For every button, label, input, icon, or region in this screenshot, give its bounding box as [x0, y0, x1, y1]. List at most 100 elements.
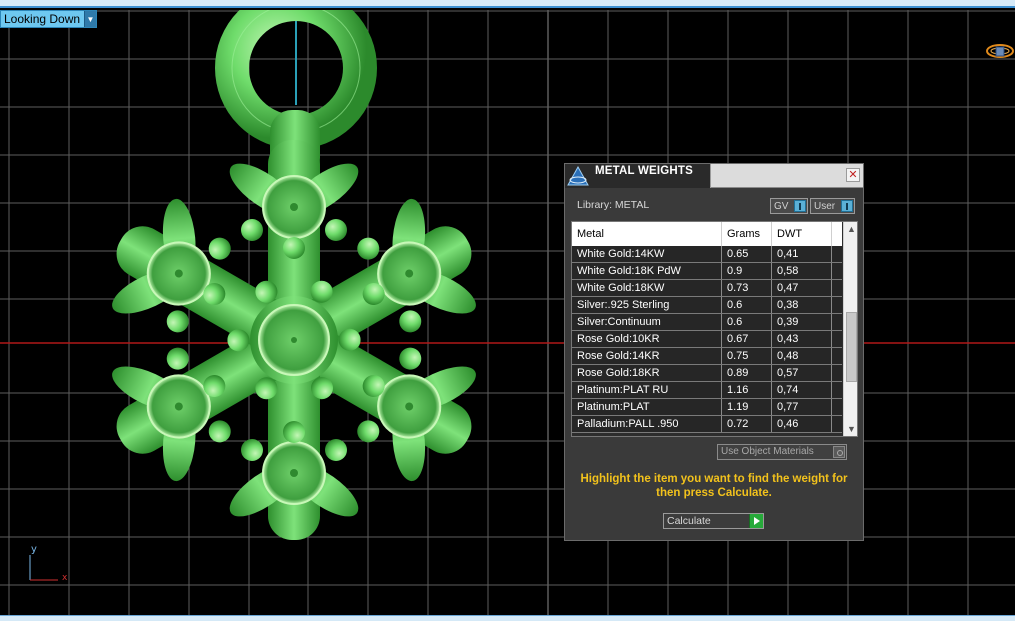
empty-cell: [832, 314, 842, 330]
empty-cell: [832, 348, 842, 364]
table-row[interactable]: Silver:.925 Sterling 0.6 0,38: [572, 297, 842, 314]
bead: [357, 420, 380, 443]
chevron-down-icon[interactable]: ▼: [84, 11, 96, 27]
bead: [208, 420, 231, 443]
matrix-app-icon: [567, 166, 589, 186]
table-row[interactable]: Platinum:PLAT RU 1.16 0,74: [572, 382, 842, 399]
grams-cell: 0.6: [722, 297, 772, 313]
use-object-materials-label: Use Object Materials: [721, 446, 814, 457]
empty-cell: [832, 263, 842, 279]
grams-cell: 0.75: [722, 348, 772, 364]
view-navigation-icon[interactable]: [984, 40, 1014, 62]
table-row[interactable]: Rose Gold:18KR 0.89 0,57: [572, 365, 842, 382]
dwt-cell: 0,39: [772, 314, 832, 330]
bead: [241, 439, 263, 461]
table-row[interactable]: White Gold:18KW 0.73 0,47: [572, 280, 842, 297]
table-row[interactable]: Rose Gold:10KR 0.67 0,43: [572, 331, 842, 348]
table-header: Metal Grams DWT: [572, 222, 842, 246]
scrollbar-thumb[interactable]: [846, 312, 857, 382]
axis-y-label: y: [31, 544, 37, 555]
library-label: Library: METAL: [577, 199, 650, 211]
grams-cell: 1.19: [722, 399, 772, 415]
dwt-cell: 0,57: [772, 365, 832, 381]
panel-titlebar[interactable]: METAL WEIGHTS ✕: [565, 164, 863, 188]
user-toggle-label: User: [814, 200, 836, 212]
center-setting-dot: [291, 337, 297, 343]
dwt-cell: 0,41: [772, 246, 832, 262]
close-icon[interactable]: ✕: [846, 168, 860, 182]
use-object-materials-toggle[interactable]: Use Object Materials: [717, 444, 847, 460]
metal-cell: Rose Gold:18KR: [572, 365, 722, 381]
metal-cell: White Gold:14KW: [572, 246, 722, 262]
table-row[interactable]: Silver:Continuum 0.6 0,39: [572, 314, 842, 331]
empty-cell: [832, 399, 842, 415]
empty-cell: [832, 331, 842, 347]
dwt-cell: 0,58: [772, 263, 832, 279]
table-row[interactable]: Platinum:PLAT 1.19 0,77: [572, 399, 842, 416]
column-header-grams[interactable]: Grams: [722, 222, 772, 246]
dwt-cell: 0,38: [772, 297, 832, 313]
bead: [283, 421, 305, 443]
snowflake-pendant-model[interactable]: [85, 10, 504, 540]
metal-weights-panel: METAL WEIGHTS ✕ Library: METAL GV User M…: [564, 163, 864, 541]
grams-cell: 0.89: [722, 365, 772, 381]
panel-title-tab: METAL WEIGHTS: [565, 164, 711, 188]
bead: [399, 310, 422, 333]
empty-cell: [832, 297, 842, 313]
user-toggle[interactable]: User: [810, 198, 855, 214]
metal-cell: Palladium:PALL .950: [572, 416, 722, 432]
grams-cell: 1.16: [722, 382, 772, 398]
dwt-cell: 0,77: [772, 399, 832, 415]
grams-cell: 0.65: [722, 246, 772, 262]
gv-toggle[interactable]: GV: [770, 198, 808, 214]
bead: [399, 347, 422, 370]
grams-cell: 0.72: [722, 416, 772, 432]
view-mode-dropdown[interactable]: Looking Down ▼: [0, 10, 97, 28]
metal-cell: Platinum:PLAT: [572, 399, 722, 415]
instruction-text: Highlight the item you want to find the …: [580, 473, 848, 499]
table-row[interactable]: Palladium:PALL .950 0.72 0,46: [572, 416, 842, 433]
calculate-label: Calculate: [667, 515, 711, 527]
radio-icon: [833, 446, 845, 458]
table-scrollbar[interactable]: ▲ ▼: [843, 222, 857, 436]
column-header-metal[interactable]: Metal: [572, 222, 722, 246]
table-body: White Gold:14KW 0.65 0,41 White Gold:18K Pd…: [572, 246, 842, 433]
calculate-button[interactable]: Calculate: [663, 513, 764, 529]
table-row[interactable]: Rose Gold:14KR 0.75 0,48: [572, 348, 842, 365]
view-mode-label: Looking Down: [4, 12, 81, 26]
column-header-dwt[interactable]: DWT: [772, 222, 832, 246]
gv-toggle-indicator: [794, 200, 806, 212]
bead: [241, 219, 263, 241]
bead: [357, 237, 380, 260]
metal-cell: Rose Gold:14KR: [572, 348, 722, 364]
grams-cell: 0.9: [722, 263, 772, 279]
user-toggle-indicator: [841, 200, 853, 212]
bead: [283, 237, 305, 259]
metal-cell: Rose Gold:10KR: [572, 331, 722, 347]
bead: [166, 310, 189, 333]
table-row[interactable]: White Gold:18K PdW 0.9 0,58: [572, 263, 842, 280]
scroll-up-icon[interactable]: ▲: [844, 222, 857, 236]
metal-cell: Platinum:PLAT RU: [572, 382, 722, 398]
grams-cell: 0.73: [722, 280, 772, 296]
dwt-cell: 0,47: [772, 280, 832, 296]
metal-table[interactable]: Metal Grams DWT White Gold:14KW 0.65 0,41 W…: [571, 221, 858, 437]
grams-cell: 0.67: [722, 331, 772, 347]
table-row[interactable]: White Gold:14KW 0.65 0,41: [572, 246, 842, 263]
empty-cell: [832, 246, 842, 262]
metal-cell: Silver:.925 Sterling: [572, 297, 722, 313]
scroll-down-icon[interactable]: ▼: [844, 422, 857, 436]
grams-cell: 0.6: [722, 314, 772, 330]
metal-cell: White Gold:18KW: [572, 280, 722, 296]
play-icon[interactable]: [749, 514, 763, 528]
window-bottom-border: [0, 615, 1015, 621]
setting-center: [290, 469, 298, 477]
bead: [208, 237, 231, 260]
panel-title: METAL WEIGHTS: [595, 165, 694, 177]
empty-cell: [832, 365, 842, 381]
column-header-empty: [832, 222, 842, 246]
empty-cell: [832, 280, 842, 296]
empty-cell: [832, 416, 842, 432]
gv-toggle-label: GV: [774, 200, 789, 212]
dwt-cell: 0,43: [772, 331, 832, 347]
